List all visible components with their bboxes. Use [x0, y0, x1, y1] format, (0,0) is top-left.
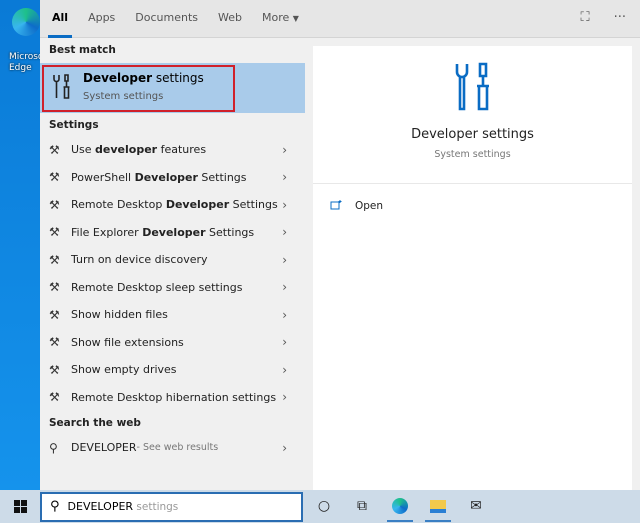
tools-icon: ⚒: [49, 225, 60, 240]
tools-icon: ⚒: [49, 252, 60, 267]
item-label: Show hidden files: [71, 308, 168, 322]
file-explorer-icon[interactable]: [419, 490, 457, 523]
tools-icon: ⚒: [49, 362, 60, 377]
settings-result-item[interactable]: ⚒ Remote Desktop Developer Settings ›: [40, 191, 305, 219]
chevron-right-icon: ›: [282, 197, 287, 212]
tools-icon: ⚒: [49, 170, 60, 185]
tab-web[interactable]: Web: [218, 0, 242, 38]
tools-icon: ⚒: [49, 390, 60, 405]
settings-result-item[interactable]: ⚒ Remote Desktop hibernation settings ›: [40, 384, 305, 412]
edge-taskbar-icon[interactable]: [381, 490, 419, 523]
search-icon: ⚲: [50, 499, 60, 514]
edge-icon[interactable]: [12, 8, 40, 36]
item-label: PowerShell Developer Settings: [71, 170, 247, 184]
caret-down-icon: ▼: [292, 13, 299, 23]
item-label: Remote Desktop sleep settings: [71, 280, 243, 294]
best-match-title: Developer settings: [83, 71, 204, 85]
tab-apps[interactable]: Apps: [88, 0, 115, 38]
open-icon: [330, 199, 343, 213]
item-label: Use developer features: [71, 143, 207, 157]
item-label: Show empty drives: [71, 363, 177, 377]
taskbar: ⚲ DEVELOPER settings ○ ⧉ ✉: [0, 490, 640, 523]
chevron-right-icon: ›: [282, 252, 287, 267]
open-action[interactable]: Open: [313, 184, 632, 228]
item-label: Remote Desktop Developer Settings: [71, 198, 278, 212]
chevron-right-icon: ›: [282, 440, 287, 455]
chevron-right-icon: ›: [282, 170, 287, 185]
settings-result-item[interactable]: ⚒ Show empty drives ›: [40, 356, 305, 384]
settings-result-item[interactable]: ⚒ Show hidden files ›: [40, 301, 305, 329]
feedback-icon[interactable]: ⛶: [580, 10, 589, 25]
tools-icon: [454, 62, 490, 116]
tab-all[interactable]: All: [47, 0, 73, 38]
search-suggestion: settings: [133, 501, 179, 513]
section-header: Best match: [49, 44, 116, 56]
tools-icon: ⚒: [49, 197, 60, 212]
item-label: File Explorer Developer Settings: [71, 225, 255, 239]
web-query: DEVELOPER: [71, 441, 137, 455]
search-tabs: All Apps Documents Web More ▼ ⛶ ···: [40, 0, 640, 38]
tools-icon: ⚒: [49, 142, 60, 157]
cortana-icon[interactable]: ○: [305, 490, 343, 523]
settings-result-item[interactable]: ⚒ Show file extensions ›: [40, 329, 305, 357]
settings-result-item[interactable]: ⚒ File Explorer Developer Settings ›: [40, 219, 305, 247]
item-label: Show file extensions: [71, 335, 184, 349]
more-options-icon[interactable]: ···: [614, 10, 626, 25]
section-header: Settings: [49, 119, 99, 131]
best-match-subtitle: System settings: [83, 91, 164, 102]
chevron-right-icon: ›: [282, 280, 287, 295]
settings-result-item[interactable]: ⚒ Remote Desktop sleep settings ›: [40, 274, 305, 302]
preview-pane: Developer settings System settings Open: [313, 46, 632, 490]
open-label: Open: [355, 200, 384, 212]
search-typed: DEVELOPER: [67, 500, 134, 513]
desktop: Microsoft Edge: [0, 0, 50, 490]
windows-icon: [13, 500, 27, 513]
tools-icon: [52, 74, 70, 105]
chevron-right-icon: ›: [282, 142, 287, 157]
settings-result-item[interactable]: ⚒ PowerShell Developer Settings ›: [40, 164, 305, 192]
tab-more[interactable]: More ▼: [262, 0, 299, 38]
tools-icon: ⚒: [49, 307, 60, 322]
preview-subtitle: System settings: [434, 149, 511, 160]
taskbar-search-input[interactable]: ⚲ DEVELOPER settings: [40, 491, 303, 522]
item-label: Remote Desktop hibernation settings: [71, 390, 277, 404]
section-header: Search the web: [49, 417, 141, 429]
start-button[interactable]: [0, 500, 40, 513]
chevron-right-icon: ›: [282, 225, 287, 240]
web-search-item[interactable]: ⚲ DEVELOPER - See web results ›: [40, 434, 305, 462]
chevron-right-icon: ›: [282, 390, 287, 405]
item-label: Turn on device discovery: [71, 253, 208, 267]
tools-icon: ⚒: [49, 335, 60, 350]
web-suffix: - See web results: [136, 442, 219, 454]
tab-documents[interactable]: Documents: [135, 0, 198, 38]
mail-icon[interactable]: ✉: [457, 490, 495, 523]
tab-more-label: More: [262, 10, 290, 24]
preview-title: Developer settings: [411, 127, 534, 142]
chevron-right-icon: ›: [282, 335, 287, 350]
chevron-right-icon: ›: [282, 362, 287, 377]
tools-icon: ⚒: [49, 280, 60, 295]
results-list: Best match Developer settings System set…: [40, 39, 305, 490]
task-view-icon[interactable]: ⧉: [343, 490, 381, 523]
settings-result-item[interactable]: ⚒ Use developer features ›: [40, 136, 305, 164]
chevron-right-icon: ›: [282, 307, 287, 322]
best-match-item[interactable]: Developer settings System settings: [40, 63, 305, 113]
search-icon: ⚲: [49, 440, 58, 455]
search-flyout: All Apps Documents Web More ▼ ⛶ ··· Best…: [40, 0, 640, 490]
settings-result-item[interactable]: ⚒ Turn on device discovery ›: [40, 246, 305, 274]
